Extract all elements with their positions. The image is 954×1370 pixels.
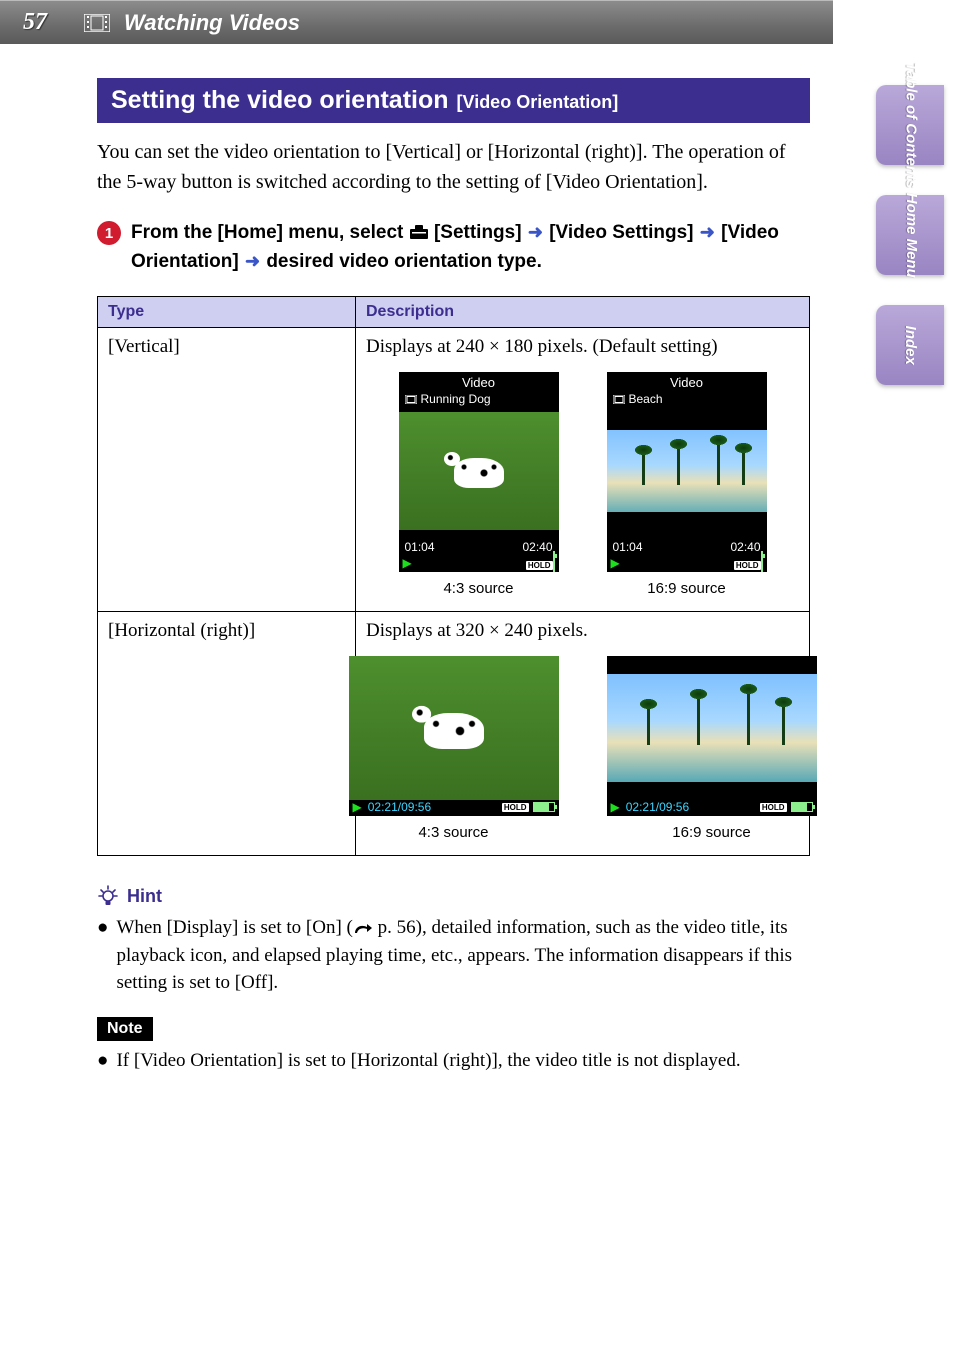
cell-desc: Displays at 320 × 240 pixels. ▶ 02:21/09… [356, 612, 810, 856]
thumb-caption: 16:9 source [672, 824, 750, 841]
screen-title: Video [607, 372, 767, 390]
page-ref-icon [353, 921, 373, 935]
hint-label: Hint [127, 886, 162, 907]
note-body: ● If [Video Orientation] is set to [Hori… [97, 1047, 810, 1075]
screen-subtitle: Beach [607, 390, 767, 408]
play-icon: ▶ [611, 800, 620, 815]
options-table: Type Description [Vertical] Displays at … [97, 296, 810, 856]
section-title: Watching Videos [124, 10, 300, 36]
battery-icon [533, 802, 555, 812]
step-text: From the [Home] menu, select [Settings] … [131, 219, 810, 276]
cell-desc: Displays at 240 × 180 pixels. (Default s… [356, 328, 810, 612]
thumb-caption: 16:9 source [647, 580, 725, 597]
tab-table-of-contents[interactable]: Table of Contents [876, 85, 944, 165]
hint-body: ● When [Display] is set to [On] ( p. 56)… [97, 914, 810, 997]
battery-icon [553, 551, 555, 572]
step-part: desired video orientation type. [266, 251, 542, 272]
note-label: Note [97, 1017, 153, 1041]
table-row: [Horizontal (right)] Displays at 320 × 2… [98, 612, 810, 856]
video-icon [613, 395, 625, 404]
tab-index[interactable]: Index [876, 305, 944, 385]
device-screenshot: Video Beach [607, 372, 767, 572]
device-screenshot: ▶ 02:21/09:56 HOLD [607, 656, 817, 816]
cell-type: [Vertical] [98, 328, 356, 612]
battery-icon [761, 551, 763, 572]
toolbox-icon [409, 222, 434, 243]
table-row: [Vertical] Displays at 240 × 180 pixels.… [98, 328, 810, 612]
hold-badge: HOLD [760, 803, 787, 812]
page: 57 Watching Videos Table of Contents Hom… [0, 0, 954, 1370]
arrow-icon: ➜ [527, 222, 544, 242]
step-part: [Settings] [434, 222, 527, 243]
tab-label: Table of Contents [902, 62, 919, 188]
desc-text: Displays at 240 × 180 pixels. (Default s… [366, 336, 799, 358]
thumb-horizontal-169: ▶ 02:21/09:56 HOLD 16:9 source [607, 656, 817, 841]
screen-title: Video [399, 372, 559, 390]
hold-badge: HOLD [734, 561, 761, 570]
page-header: 57 Watching Videos [0, 0, 833, 44]
thumb-vertical-169: Video Beach [607, 372, 767, 597]
screen-subtitle-text: Running Dog [421, 392, 491, 406]
thumb-vertical-43: Video Running Dog 0 [399, 372, 559, 597]
content-area: Setting the video orientation [Video Ori… [97, 78, 810, 1074]
step-number-badge: 1 [97, 221, 121, 245]
video-icon [405, 395, 417, 404]
time-elapsed: 01:04 [613, 540, 643, 554]
hint-text: When [Display] is set to [On] ( p. 56), … [116, 914, 810, 997]
screen-subtitle-text: Beach [629, 392, 663, 406]
th-description: Description [356, 297, 810, 328]
time-elapsed: 01:04 [405, 540, 435, 554]
hint-icon [97, 884, 119, 908]
page-number: 57 [0, 9, 70, 36]
video-icon [84, 14, 110, 32]
arrow-icon: ➜ [699, 222, 716, 242]
device-screenshot: ▶ 02:21/09:56 HOLD [349, 656, 559, 816]
hold-badge: HOLD [502, 803, 529, 812]
tab-home-menu[interactable]: Home Menu [876, 195, 944, 275]
heading-sub: [Video Orientation] [457, 92, 619, 113]
hint-heading: Hint [97, 884, 810, 908]
hint-text-a: When [Display] is set to [On] ( [116, 917, 352, 938]
bullet-icon: ● [97, 1047, 108, 1075]
thumb-caption: 4:3 source [418, 824, 488, 841]
time-display: 02:21/09:56 [626, 800, 689, 814]
note-text: If [Video Orientation] is set to [Horizo… [116, 1047, 740, 1075]
heading-bar: Setting the video orientation [Video Ori… [97, 78, 810, 123]
play-icon: ▶ [353, 800, 362, 815]
step-1: 1 From the [Home] menu, select [Settings… [97, 219, 810, 276]
thumb-horizontal-43: ▶ 02:21/09:56 HOLD 4:3 source [349, 656, 559, 841]
desc-text: Displays at 320 × 240 pixels. [366, 620, 799, 642]
cell-type: [Horizontal (right)] [98, 612, 356, 856]
play-icon: ▶ [611, 556, 620, 571]
th-type: Type [98, 297, 356, 328]
step-part: [Video Settings] [549, 222, 699, 243]
thumb-caption: 4:3 source [443, 580, 513, 597]
tab-label: Index [902, 325, 919, 364]
step-part: From the [Home] menu, select [131, 222, 409, 243]
screen-subtitle: Running Dog [399, 390, 559, 408]
battery-icon [791, 802, 813, 812]
tab-label: Home Menu [902, 192, 919, 277]
bullet-icon: ● [97, 914, 108, 997]
play-icon: ▶ [403, 556, 412, 571]
hint-pageref: p. 56 [373, 917, 416, 938]
intro-text: You can set the video orientation to [Ve… [97, 137, 810, 197]
hold-badge: HOLD [526, 561, 553, 570]
arrow-icon: ➜ [244, 251, 261, 271]
time-display: 02:21/09:56 [368, 800, 431, 814]
heading-main: Setting the video orientation [111, 86, 449, 115]
device-screenshot: Video Running Dog 0 [399, 372, 559, 572]
